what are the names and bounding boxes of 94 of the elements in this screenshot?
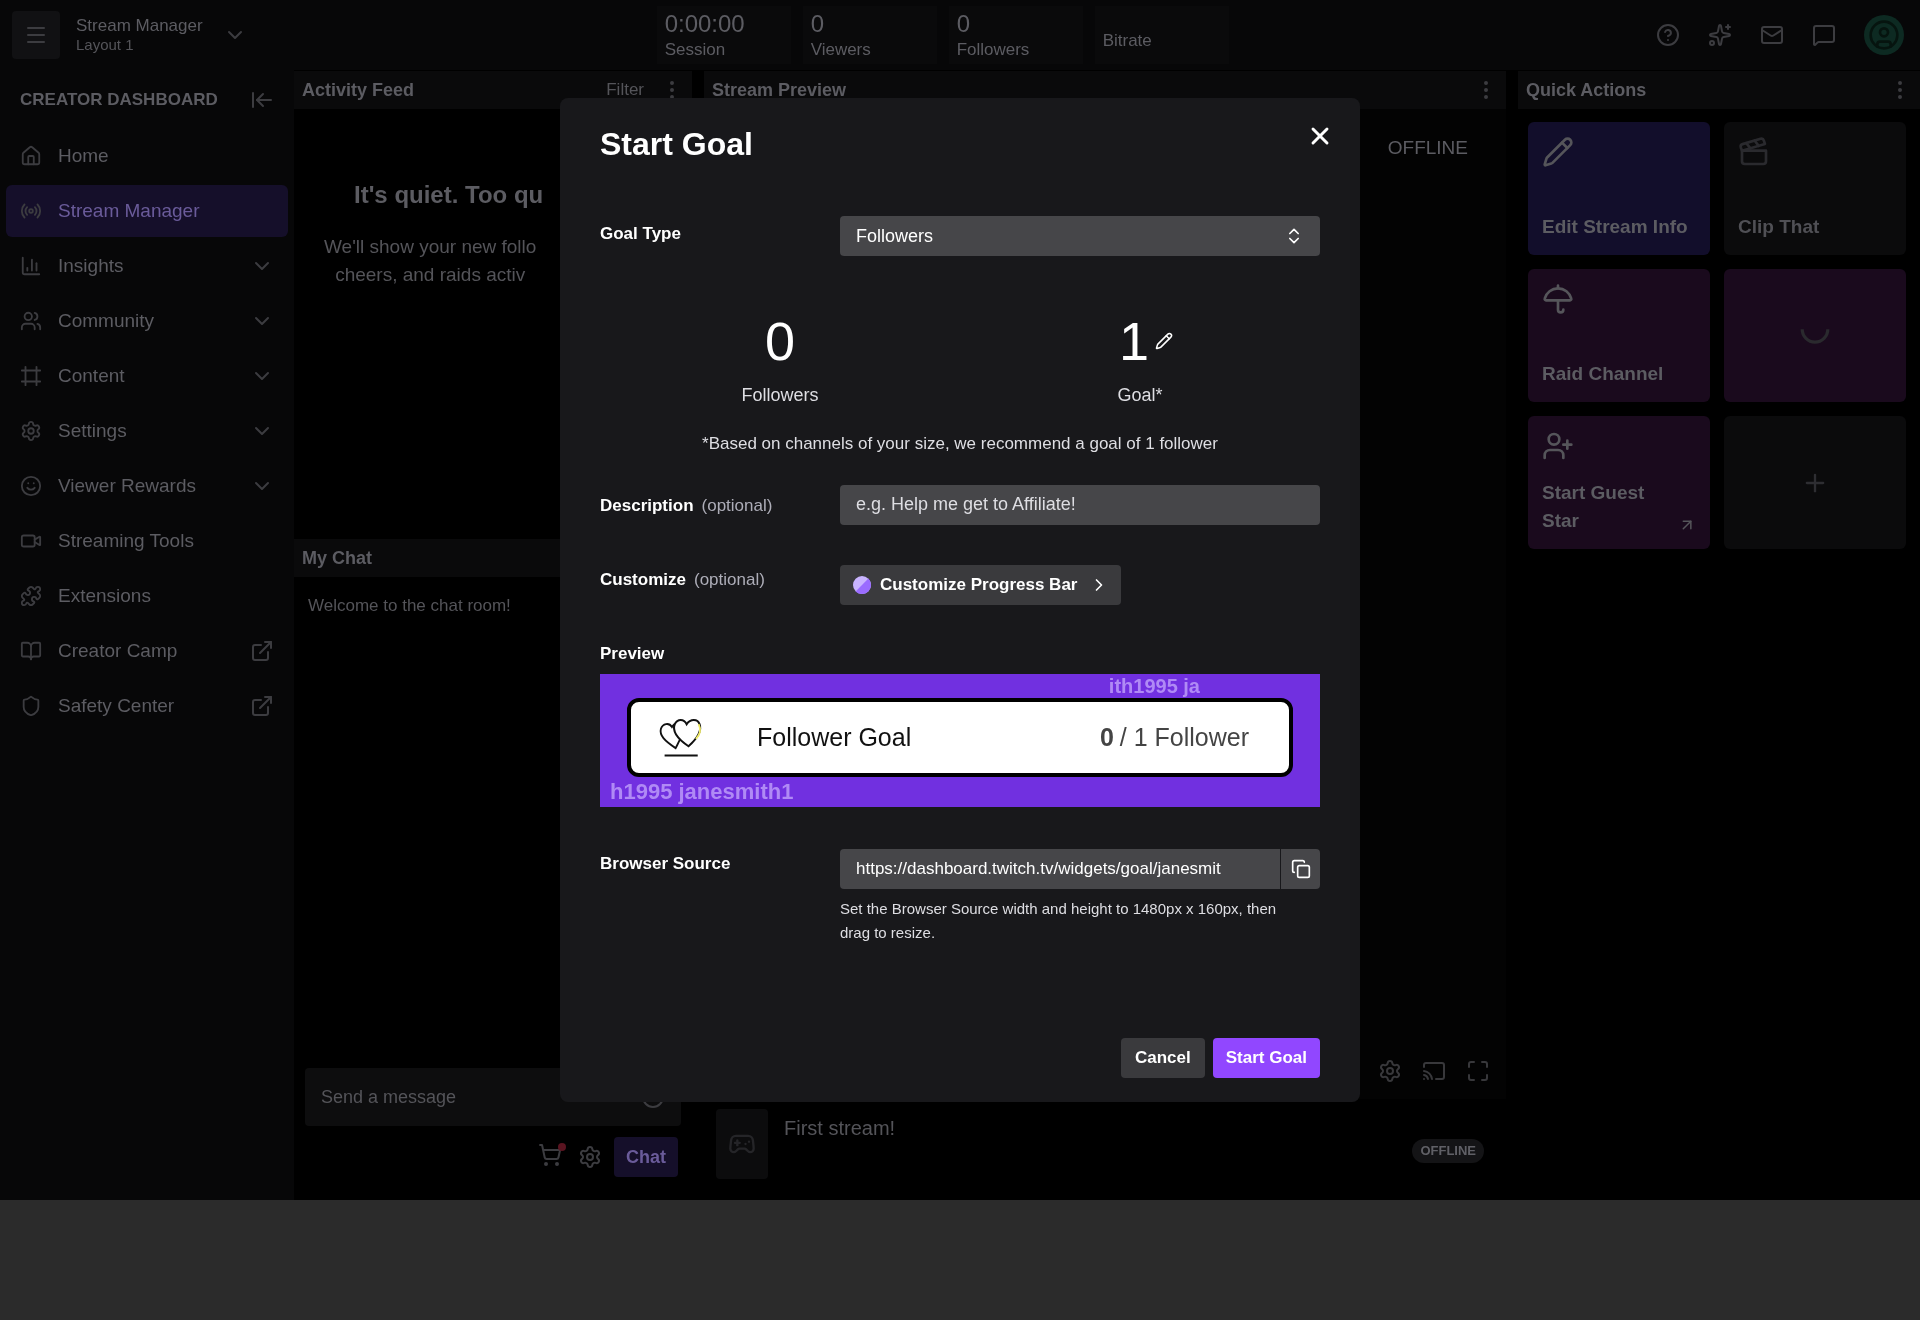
fullscreen-icon[interactable] — [1466, 1059, 1490, 1083]
quick-action-tile[interactable]: Raid Channel — [1528, 269, 1710, 402]
quick-action-tile[interactable] — [1724, 269, 1906, 402]
avatar[interactable] — [1864, 15, 1904, 55]
sparkle-icon[interactable] — [1708, 23, 1732, 47]
sidebar-item[interactable]: Safety Center — [6, 680, 288, 732]
panel-title: Quick Actions — [1526, 78, 1647, 102]
book-icon — [20, 640, 42, 662]
stat-label: Session — [664, 39, 727, 61]
panel-title: My Chat — [302, 546, 372, 570]
count-label: Followers — [741, 384, 819, 407]
stat-label: Viewers — [810, 39, 872, 61]
mail-icon[interactable] — [1760, 23, 1784, 47]
field-label: Preview — [600, 643, 665, 663]
sidebar-item[interactable]: Extensions — [6, 570, 288, 622]
follower-count: 0 — [764, 314, 795, 368]
home-icon — [20, 145, 42, 167]
color-swatch-icon — [852, 574, 872, 595]
empty-text: We'll show your new follo — [324, 235, 537, 259]
clapperboard-icon — [1738, 136, 1770, 168]
user-icon — [1868, 19, 1900, 51]
start-goal-button[interactable]: Start Goal — [1212, 1038, 1320, 1078]
smile-icon — [20, 475, 42, 497]
quick-action-tile[interactable]: Edit Stream Info — [1528, 122, 1710, 255]
username-background-text: h1995 janesmith1 — [610, 779, 794, 805]
sidebar-item[interactable]: Creator Camp — [6, 625, 288, 677]
widget-total: / 1 Follower — [1119, 721, 1249, 753]
stat-value: 0 — [810, 9, 825, 40]
shield-icon — [20, 695, 42, 717]
goal-type-select[interactable]: Followers — [840, 216, 1320, 256]
gear-icon[interactable] — [1378, 1059, 1402, 1083]
optional-label: (optional) — [701, 494, 773, 517]
empty-title: It's quiet. Too qu — [354, 180, 544, 210]
menu-button[interactable] — [12, 11, 60, 59]
sidebar-item[interactable]: Home — [6, 130, 288, 182]
widget-count: 0 — [1099, 721, 1114, 753]
external-link-icon — [250, 639, 274, 663]
bar-chart-icon — [20, 255, 42, 277]
field-label: Browser Source — [600, 853, 731, 875]
description-field[interactable]: e.g. Help me get to Affiliate! — [840, 484, 1320, 525]
sidebar-item[interactable]: Insights — [6, 240, 288, 292]
field-label: Description — [600, 494, 694, 517]
puzzle-icon — [20, 585, 42, 607]
chat-button[interactable]: Chat — [614, 1137, 678, 1177]
offline-badge: OFFLINE — [1412, 1139, 1484, 1163]
stat-label: Bitrate — [1102, 30, 1153, 52]
customize-progress-bar-button[interactable]: Customize Progress Bar — [840, 564, 1122, 605]
username-background-text: ith1995 ja — [1108, 675, 1200, 697]
edit-icon[interactable] — [1155, 332, 1173, 350]
count-label: Goal* — [1117, 384, 1163, 407]
offline-status: OFFLINE — [1387, 136, 1468, 160]
loading-spinner-icon — [1800, 327, 1830, 344]
dialog-title: Start Goal — [600, 125, 754, 164]
panel-title: Activity Feed — [302, 78, 415, 102]
gear-icon — [20, 420, 42, 442]
sidebar-heading: CREATOR DASHBOARD — [20, 89, 218, 112]
optional-label: (optional) — [693, 568, 765, 591]
empty-text: cheers, and raids activ — [335, 263, 526, 287]
sidebar-item[interactable]: Viewer Rewards — [6, 460, 288, 512]
pencil-icon — [1542, 136, 1574, 168]
quick-action-tile[interactable]: Start Guest Star — [1528, 416, 1710, 549]
field-label: Goal Type — [600, 223, 681, 245]
layout-subtitle: Layout 1 — [76, 36, 135, 55]
frame-icon — [20, 365, 42, 387]
stat-value: 0:00:00 — [664, 9, 746, 40]
sidebar-item[interactable]: Content — [6, 350, 288, 402]
quick-action-tile[interactable]: Clip That — [1724, 122, 1906, 255]
sidebar-item[interactable]: Community — [6, 295, 288, 347]
stat-value: 0 — [956, 9, 971, 40]
cancel-button[interactable]: Cancel — [1121, 1038, 1205, 1078]
people-icon — [20, 310, 42, 332]
stream-title: First stream! — [784, 1116, 896, 1141]
copy-icon — [1290, 859, 1311, 879]
browser-source-url-field[interactable]: https://dashboard.twitch.tv/widgets/goal/janesmit — [840, 849, 1280, 889]
layout-title: Stream Manager — [76, 15, 203, 37]
chat-welcome: Welcome to the chat room! — [308, 595, 512, 617]
goal-count: 1 — [1118, 314, 1149, 368]
recommendation-note: *Based on channels of your size, we recommend a goal of 1 follower — [701, 433, 1219, 455]
gear-icon[interactable] — [578, 1145, 602, 1169]
add-user-icon — [1542, 430, 1574, 462]
chat-bubble-icon[interactable] — [1812, 23, 1836, 47]
stat-label: Followers — [956, 39, 1031, 61]
help-icon[interactable] — [1656, 23, 1680, 47]
field-label: Customize — [600, 568, 686, 591]
panel-title: Stream Preview — [712, 78, 847, 102]
widget-title: Follower Goal — [757, 721, 912, 753]
sidebar-item[interactable]: Streaming Tools — [6, 515, 288, 567]
browser-source-hint: Set the Browser Source width and height to 1480px x 160px, then drag to resize. — [840, 899, 1278, 943]
copy-button[interactable] — [1281, 849, 1320, 889]
cast-icon[interactable] — [1422, 1059, 1446, 1083]
quick-action-tile[interactable] — [1724, 416, 1906, 549]
sidebar-item[interactable]: Settings — [6, 405, 288, 457]
external-link-icon — [250, 694, 274, 718]
sidebar-item[interactable]: Stream Manager — [6, 185, 288, 237]
